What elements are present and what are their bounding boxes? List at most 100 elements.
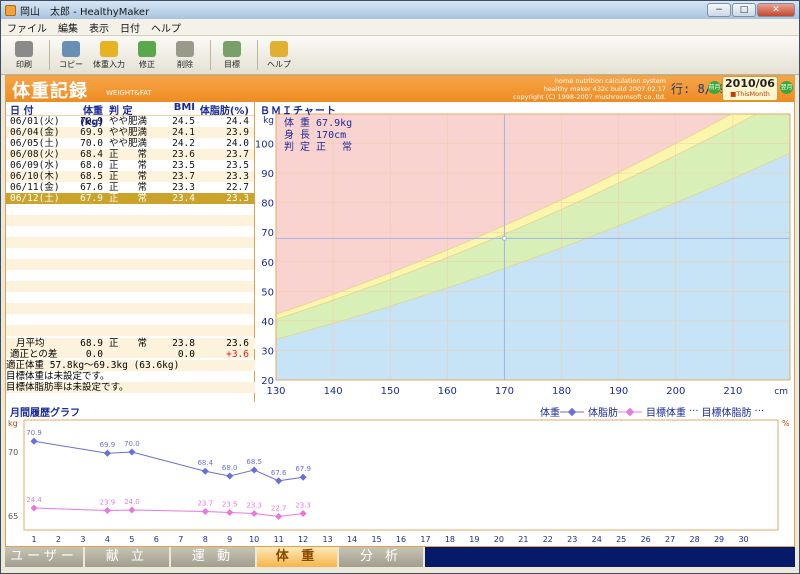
table-row[interactable]: 06/11(金) 67.6 正 常 23.3 22.7: [6, 182, 254, 193]
table-row[interactable]: 06/04(金) 69.9 やや肥満 24.1 23.9: [6, 127, 254, 138]
target-icon: [223, 40, 241, 57]
menu-date[interactable]: 日付: [120, 20, 140, 35]
day-label: 16: [396, 535, 406, 544]
table-row-empty[interactable]: [6, 303, 254, 314]
tab-2[interactable]: 運 動: [171, 547, 255, 567]
legend-weight-swatch: [560, 407, 584, 416]
maximize-button[interactable]: □: [732, 3, 756, 17]
tab-3[interactable]: 体 重: [257, 547, 337, 567]
month-label: 2010/06: [725, 77, 775, 90]
diff-weight: 0.0: [85, 349, 103, 360]
table-cell: 23.3: [226, 171, 249, 182]
bmi-chart-svg: 2030405060708090100130 140 150 160 170 180 190…: [255, 113, 791, 397]
table-cell: 22.7: [226, 182, 249, 193]
day-label: 10: [249, 535, 259, 544]
table-row-empty[interactable]: [6, 270, 254, 281]
diff-fat: +3.6: [226, 349, 249, 360]
toolbar-button-edit[interactable]: 修正: [130, 38, 164, 72]
day-label: 20: [494, 535, 504, 544]
toolbar-separator: [210, 40, 211, 70]
page-title: 体重記録: [12, 81, 88, 102]
panel-header: 体重記録 WEIGHT&FAT home nutrition calculati…: [6, 76, 794, 102]
table-row[interactable]: 06/09(水) 68.0 正 常 23.5 23.5: [6, 160, 254, 171]
table-cell: 70.0: [80, 138, 103, 149]
toolbar-button-target[interactable]: 目標: [215, 38, 249, 72]
day-label: 17: [420, 535, 430, 544]
next-month-button[interactable]: 翌月: [780, 81, 793, 94]
day-label: 11: [274, 535, 284, 544]
toolbar-button-printer[interactable]: 印刷: [7, 38, 41, 72]
bmi-chart-title: ＢＭＩチャート: [260, 106, 337, 117]
x-tick-label: 160: [438, 386, 457, 397]
weight-input-icon: [100, 40, 118, 57]
avg-judge: 正 常: [109, 338, 148, 349]
summary-area: 月平均 68.9 正 常 23.8 23.6 適正との差 0.0 0.0 +3.…: [6, 338, 255, 393]
table-cell: 正 常: [109, 160, 148, 171]
menu-view[interactable]: 表示: [89, 20, 109, 35]
toolbar-label: コピー: [59, 59, 83, 69]
table-row[interactable]: 06/12(土) 67.9 正 常 23.4 23.3: [6, 193, 254, 204]
toolbar-button-help[interactable]: ヘルプ: [262, 38, 296, 72]
table-row-empty[interactable]: [6, 248, 254, 259]
menu-help[interactable]: ヘルプ: [151, 20, 181, 35]
x-tick-label: 210: [723, 386, 742, 397]
diff-label: 適正との差: [10, 349, 58, 360]
x-tick-label: 130: [266, 386, 285, 397]
table-row-empty[interactable]: [6, 237, 254, 248]
day-label: 6: [154, 535, 159, 544]
toolbar-button-weight-input[interactable]: 体重入力: [92, 38, 126, 72]
table-cell: 06/08(火): [10, 149, 60, 160]
table-row[interactable]: 06/01(火) 70.9 やや肥満 24.5 24.4: [6, 116, 254, 127]
x-tick-label: 190: [609, 386, 628, 397]
table-cell: 23.5: [172, 160, 195, 171]
tab-1[interactable]: 献 立: [85, 547, 169, 567]
table-row[interactable]: 06/08(火) 68.4 正 常 23.6 23.7: [6, 149, 254, 160]
tab-0[interactable]: ユーザー: [5, 547, 83, 567]
table-cell: 24.4: [226, 116, 249, 127]
table-row-empty[interactable]: [6, 204, 254, 215]
table-cell: 24.1: [172, 127, 195, 138]
toolbar-label: ヘルプ: [267, 59, 291, 69]
fat-data-label: 22.7: [271, 505, 287, 513]
day-label: 24: [592, 535, 602, 544]
target-weight-text: 目標体重は未設定です。: [6, 371, 110, 382]
table-row-empty[interactable]: [6, 314, 254, 325]
table-cell: 06/05(土): [10, 138, 60, 149]
proper-weight-row: 適正体重 57.8kg～69.3kg (63.6kg): [6, 360, 255, 371]
history-chart: 月間履歴グラフ 体重 体脂肪 目標体重 ··· 目標体脂肪 ··· kg% 70 6…: [6, 404, 794, 547]
table-cell: 正 常: [109, 193, 148, 204]
day-label: 30: [738, 535, 748, 544]
prev-month-button[interactable]: 前月: [708, 81, 721, 94]
table-row-empty[interactable]: [6, 292, 254, 303]
table-cell: やや肥満: [109, 116, 148, 127]
day-label: 1: [31, 535, 36, 544]
table-cell: 68.5: [80, 171, 103, 182]
toolbar-button-copy[interactable]: コピー: [54, 38, 88, 72]
avg-label: 月平均: [16, 338, 45, 349]
close-button[interactable]: ✕: [757, 3, 795, 17]
tab-4[interactable]: 分 析: [339, 547, 423, 567]
app-window: 岡山 太郎 - HealthyMaker − □ ✕ ファイル 編集 表示 日付…: [0, 0, 800, 574]
table-cell: 正 常: [109, 149, 148, 160]
table-row[interactable]: 06/05(土) 70.0 やや肥満 24.2 24.0: [6, 138, 254, 149]
menu-edit[interactable]: 編集: [58, 20, 78, 35]
table-row-empty[interactable]: [6, 259, 254, 270]
y-unit: kg: [263, 116, 274, 126]
x-tick-label: 170: [495, 386, 514, 397]
minimize-button[interactable]: −: [707, 3, 731, 17]
this-month-link[interactable]: ■ThisMonth: [723, 90, 777, 98]
table-row-empty[interactable]: [6, 215, 254, 226]
y-tick-65: 65: [8, 512, 18, 521]
toolbar-button-delete[interactable]: 削除: [168, 38, 202, 72]
menu-file[interactable]: ファイル: [7, 20, 47, 35]
table-cell: 23.4: [172, 193, 195, 204]
y-left-unit: kg: [8, 419, 18, 428]
month-display: 2010/06 ■ThisMonth: [722, 76, 778, 101]
table-cell: 正 常: [109, 182, 148, 193]
table-cell: 06/10(木): [10, 171, 60, 182]
table-row-empty[interactable]: [6, 325, 254, 336]
x-tick-label: 200: [666, 386, 685, 397]
table-row-empty[interactable]: [6, 226, 254, 237]
table-row[interactable]: 06/10(木) 68.5 正 常 23.7 23.3: [6, 171, 254, 182]
table-row-empty[interactable]: [6, 281, 254, 292]
